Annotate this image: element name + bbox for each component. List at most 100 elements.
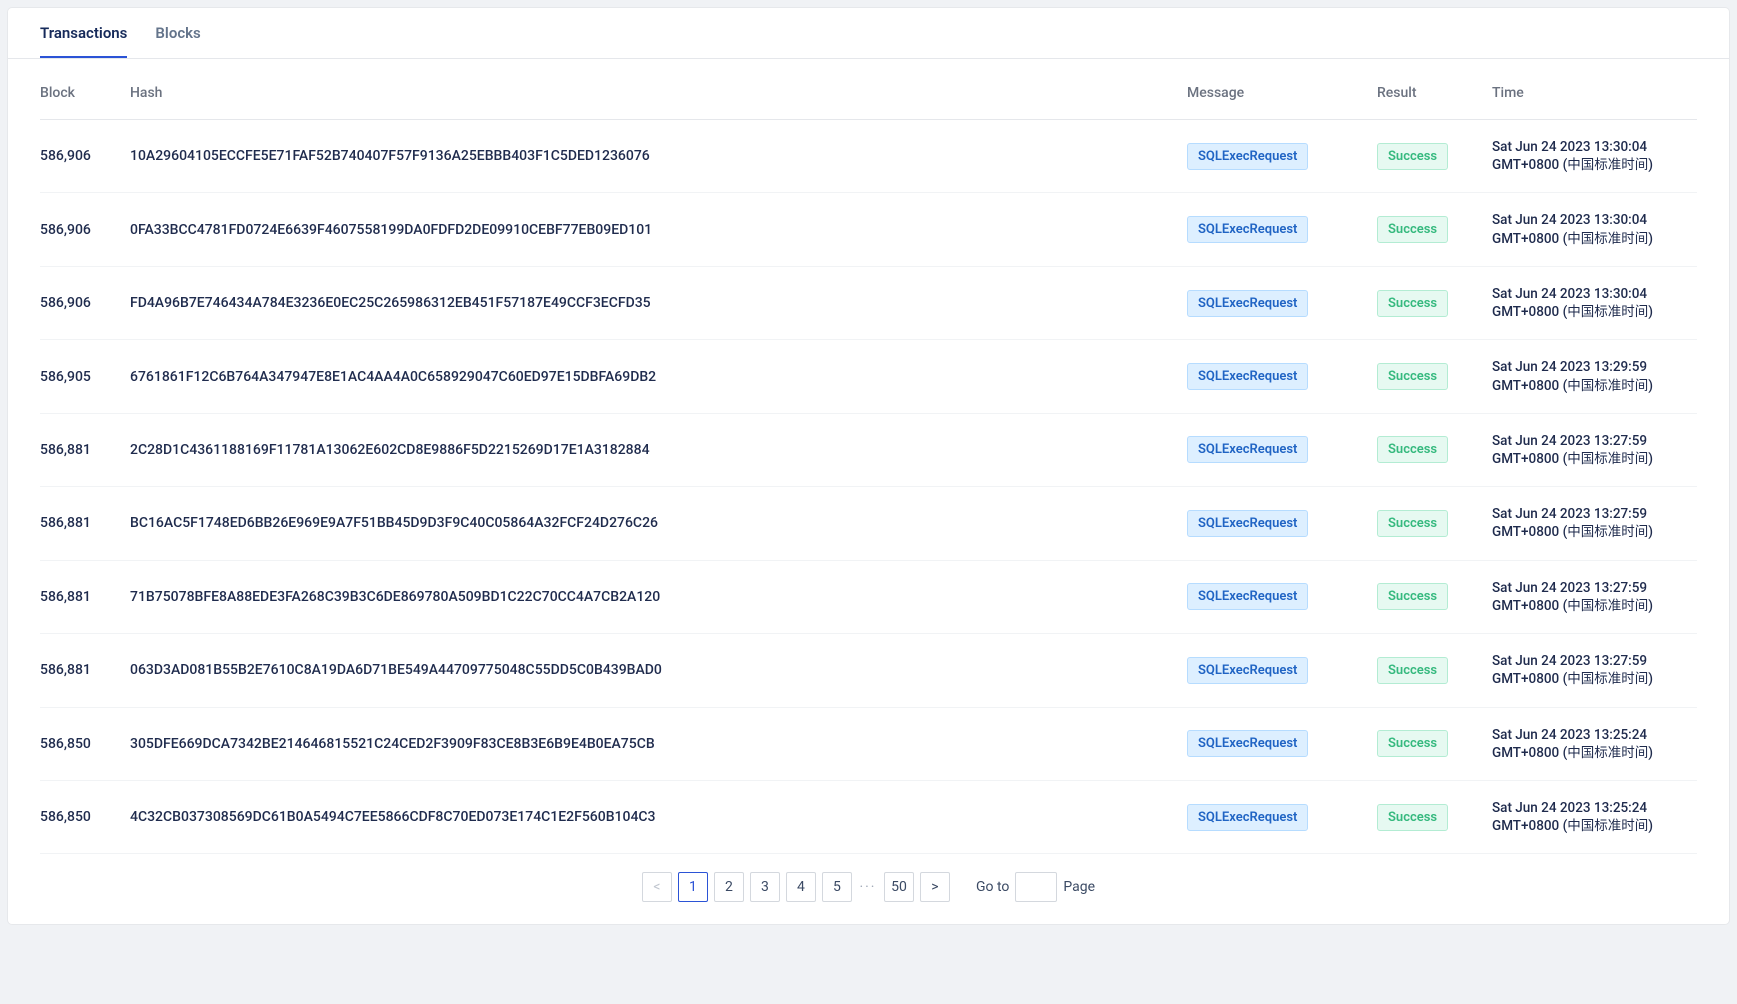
cell-time: Sat Jun 24 2023 13:30:04GMT+0800 (中国标准时间… — [1492, 120, 1697, 193]
cell-time: Sat Jun 24 2023 13:25:24GMT+0800 (中国标准时间… — [1492, 707, 1697, 780]
page-next-button[interactable]: > — [920, 872, 950, 902]
page-button-4[interactable]: 4 — [786, 872, 816, 902]
cell-block[interactable]: 586,906 — [40, 193, 130, 266]
cell-hash[interactable]: BC16AC5F1748ED6BB26E969E9A7F51BB45D9D3F9… — [130, 487, 1187, 560]
page-ellipsis: ··· — [858, 879, 878, 895]
cell-block[interactable]: 586,906 — [40, 120, 130, 193]
cell-block[interactable]: 586,881 — [40, 634, 130, 707]
time-line-2: GMT+0800 (中国标准时间) — [1492, 744, 1697, 762]
cell-result: Success — [1377, 487, 1492, 560]
cell-result: Success — [1377, 340, 1492, 413]
result-badge: Success — [1377, 290, 1448, 317]
cell-time: Sat Jun 24 2023 13:27:59GMT+0800 (中国标准时间… — [1492, 560, 1697, 633]
header-block: Block — [40, 59, 130, 120]
time-line-2: GMT+0800 (中国标准时间) — [1492, 450, 1697, 468]
table-row: 586,881063D3AD081B55B2E7610C8A19DA6D71BE… — [40, 634, 1697, 707]
tab-blocks[interactable]: Blocks — [155, 8, 200, 58]
table-row: 586,8812C28D1C4361188169F11781A13062E602… — [40, 413, 1697, 486]
time-line-1: Sat Jun 24 2023 13:25:24 — [1492, 799, 1697, 817]
cell-message: SQLExecRequest — [1187, 340, 1377, 413]
cell-time: Sat Jun 24 2023 13:25:24GMT+0800 (中国标准时间… — [1492, 780, 1697, 853]
page-button-5[interactable]: 5 — [822, 872, 852, 902]
cell-hash[interactable]: 6761861F12C6B764A347947E8E1AC4AA4A0C6589… — [130, 340, 1187, 413]
tab-transactions[interactable]: Transactions — [40, 8, 127, 58]
message-badge: SQLExecRequest — [1187, 657, 1308, 684]
time-line-2: GMT+0800 (中国标准时间) — [1492, 230, 1697, 248]
table-row: 586,90610A29604105ECCFE5E71FAF52B740407F… — [40, 120, 1697, 193]
time-line-1: Sat Jun 24 2023 13:27:59 — [1492, 579, 1697, 597]
time-line-1: Sat Jun 24 2023 13:30:04 — [1492, 138, 1697, 156]
cell-block[interactable]: 586,881 — [40, 487, 130, 560]
cell-result: Success — [1377, 120, 1492, 193]
time-line-1: Sat Jun 24 2023 13:27:59 — [1492, 505, 1697, 523]
cell-message: SQLExecRequest — [1187, 487, 1377, 560]
time-line-1: Sat Jun 24 2023 13:27:59 — [1492, 652, 1697, 670]
cell-hash[interactable]: 71B75078BFE8A88EDE3FA268C39B3C6DE869780A… — [130, 560, 1187, 633]
time-line-2: GMT+0800 (中国标准时间) — [1492, 817, 1697, 835]
chevron-right-icon: > — [931, 880, 938, 894]
cell-message: SQLExecRequest — [1187, 707, 1377, 780]
cell-time: Sat Jun 24 2023 13:27:59GMT+0800 (中国标准时间… — [1492, 634, 1697, 707]
content-area: Block Hash Message Result Time 586,90610… — [8, 59, 1729, 924]
cell-time: Sat Jun 24 2023 13:27:59GMT+0800 (中国标准时间… — [1492, 413, 1697, 486]
message-badge: SQLExecRequest — [1187, 216, 1308, 243]
cell-hash[interactable]: 063D3AD081B55B2E7610C8A19DA6D71BE549A447… — [130, 634, 1187, 707]
message-badge: SQLExecRequest — [1187, 730, 1308, 757]
cell-result: Success — [1377, 266, 1492, 339]
cell-message: SQLExecRequest — [1187, 120, 1377, 193]
table-row: 586,88171B75078BFE8A88EDE3FA268C39B3C6DE… — [40, 560, 1697, 633]
message-badge: SQLExecRequest — [1187, 436, 1308, 463]
goto-input[interactable] — [1015, 872, 1057, 902]
page-button-2[interactable]: 2 — [714, 872, 744, 902]
result-badge: Success — [1377, 143, 1448, 170]
time-line-1: Sat Jun 24 2023 13:30:04 — [1492, 211, 1697, 229]
cell-block[interactable]: 586,906 — [40, 266, 130, 339]
cell-time: Sat Jun 24 2023 13:30:04GMT+0800 (中国标准时间… — [1492, 266, 1697, 339]
cell-hash[interactable]: 10A29604105ECCFE5E71FAF52B740407F57F9136… — [130, 120, 1187, 193]
time-line-2: GMT+0800 (中国标准时间) — [1492, 156, 1697, 174]
time-line-1: Sat Jun 24 2023 13:27:59 — [1492, 432, 1697, 450]
cell-message: SQLExecRequest — [1187, 780, 1377, 853]
cell-result: Success — [1377, 780, 1492, 853]
message-badge: SQLExecRequest — [1187, 804, 1308, 831]
chevron-left-icon: < — [653, 880, 660, 894]
time-line-1: Sat Jun 24 2023 13:29:59 — [1492, 358, 1697, 376]
result-badge: Success — [1377, 363, 1448, 390]
pagination: < 12345 ··· 50 > Go to Page — [40, 854, 1697, 924]
table-row: 586,881BC16AC5F1748ED6BB26E969E9A7F51BB4… — [40, 487, 1697, 560]
message-badge: SQLExecRequest — [1187, 510, 1308, 537]
time-line-2: GMT+0800 (中国标准时间) — [1492, 670, 1697, 688]
cell-hash[interactable]: FD4A96B7E746434A784E3236E0EC25C265986312… — [130, 266, 1187, 339]
cell-hash[interactable]: 2C28D1C4361188169F11781A13062E602CD8E988… — [130, 413, 1187, 486]
table-row: 586,8504C32CB037308569DC61B0A5494C7EE586… — [40, 780, 1697, 853]
time-line-2: GMT+0800 (中国标准时间) — [1492, 303, 1697, 321]
cell-message: SQLExecRequest — [1187, 634, 1377, 707]
page-last-button[interactable]: 50 — [884, 872, 914, 902]
cell-hash[interactable]: 4C32CB037308569DC61B0A5494C7EE5866CDF8C7… — [130, 780, 1187, 853]
cell-block[interactable]: 586,881 — [40, 560, 130, 633]
page-button-3[interactable]: 3 — [750, 872, 780, 902]
result-badge: Success — [1377, 804, 1448, 831]
header-message: Message — [1187, 59, 1377, 120]
table-row: 586,850305DFE669DCA7342BE214646815521C24… — [40, 707, 1697, 780]
cell-hash[interactable]: 0FA33BCC4781FD0724E6639F4607558199DA0FDF… — [130, 193, 1187, 266]
cell-result: Success — [1377, 560, 1492, 633]
cell-result: Success — [1377, 634, 1492, 707]
cell-result: Success — [1377, 193, 1492, 266]
time-line-2: GMT+0800 (中国标准时间) — [1492, 523, 1697, 541]
cell-block[interactable]: 586,881 — [40, 413, 130, 486]
time-line-1: Sat Jun 24 2023 13:25:24 — [1492, 726, 1697, 744]
message-badge: SQLExecRequest — [1187, 290, 1308, 317]
page-button-1[interactable]: 1 — [678, 872, 708, 902]
message-badge: SQLExecRequest — [1187, 583, 1308, 610]
cell-time: Sat Jun 24 2023 13:27:59GMT+0800 (中国标准时间… — [1492, 487, 1697, 560]
page-prev-button[interactable]: < — [642, 872, 672, 902]
cell-message: SQLExecRequest — [1187, 413, 1377, 486]
table-row: 586,9056761861F12C6B764A347947E8E1AC4AA4… — [40, 340, 1697, 413]
cell-block[interactable]: 586,850 — [40, 707, 130, 780]
result-badge: Success — [1377, 730, 1448, 757]
cell-hash[interactable]: 305DFE669DCA7342BE214646815521C24CED2F39… — [130, 707, 1187, 780]
cell-block[interactable]: 586,850 — [40, 780, 130, 853]
cell-block[interactable]: 586,905 — [40, 340, 130, 413]
result-badge: Success — [1377, 216, 1448, 243]
